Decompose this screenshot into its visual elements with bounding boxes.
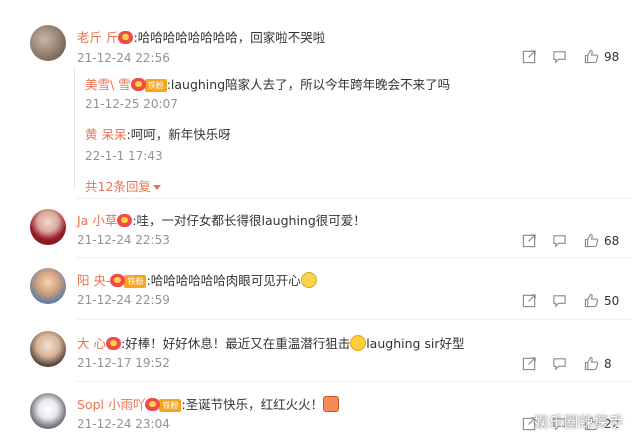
comment-text: :好棒！好好休息！最近又在重温潜行狙击 xyxy=(120,336,351,351)
comment-time: 21-12-24 22:53 xyxy=(77,233,170,247)
heart-eyes-emoji-icon xyxy=(350,335,367,351)
divider xyxy=(77,381,632,382)
share-icon[interactable] xyxy=(522,293,537,308)
vip-badge-icon xyxy=(105,337,121,350)
avatar[interactable] xyxy=(30,25,66,61)
comment-time: 21-12-24 23:04 xyxy=(77,417,170,431)
comment-time: 21-12-24 22:56 xyxy=(77,51,170,65)
fan-badge: 铁粉 xyxy=(124,275,147,288)
reply-thread: 美雪\ 雪铁粉:laughing陪家人去了，所以今年跨年晚会不来了吗 21-12… xyxy=(74,66,592,194)
like-count: 98 xyxy=(604,50,620,64)
like-count: 50 xyxy=(604,294,620,308)
vip-badge-icon xyxy=(118,31,134,44)
vip-badge-icon xyxy=(110,274,126,287)
reply-text: :laughing陪家人去了，所以今年跨年晚会不来了吗 xyxy=(166,77,451,92)
reply-time: 22-1-1 17:43 xyxy=(85,149,163,163)
caret-down-icon xyxy=(152,185,161,190)
comment-username[interactable]: 大 心 xyxy=(77,336,106,351)
comment-username[interactable]: 阳 央- xyxy=(77,273,110,288)
share-icon[interactable] xyxy=(522,356,537,371)
like-icon[interactable] xyxy=(584,233,599,248)
reply-time: 21-12-25 20:07 xyxy=(85,97,178,111)
comment-line: 老斤 斤 :哈哈哈哈哈哈哈哈，回家啦不哭啦 xyxy=(77,27,325,46)
comment-line: 阳 央- 铁粉:哈哈哈哈哈哈肉眼可见开心 xyxy=(77,270,317,289)
watermark: 娱乐圈辣探手 xyxy=(534,415,624,431)
divider xyxy=(77,257,632,258)
comment-username[interactable]: Sopl 小雨吖 xyxy=(77,397,145,412)
comment-line: Sopl 小雨吖 铁粉:圣诞节快乐，红红火火！ xyxy=(77,394,340,413)
reply-icon[interactable] xyxy=(552,49,567,64)
reply-icon[interactable] xyxy=(552,233,567,248)
comment-line: Ja 小草 :哇，一对仔女都长得很laughing很可爱！ xyxy=(77,210,366,229)
divider xyxy=(77,198,632,199)
vip-badge-icon xyxy=(145,398,161,411)
comment-actions: 8 xyxy=(522,356,632,376)
comment-username[interactable]: 老斤 斤 xyxy=(77,30,118,45)
like-icon[interactable] xyxy=(584,49,599,64)
comment-text: :哇，一对仔女都长得很laughing很可爱！ xyxy=(132,213,366,228)
avatar[interactable] xyxy=(30,209,66,245)
share-icon[interactable] xyxy=(522,233,537,248)
more-replies-label: 共12条回复 xyxy=(85,179,151,194)
reply-username[interactable]: 黄 呆呆 xyxy=(85,127,126,142)
firecracker-emoji-icon xyxy=(323,396,340,412)
like-icon[interactable] xyxy=(584,293,599,308)
avatar[interactable] xyxy=(30,331,66,367)
reply-icon[interactable] xyxy=(552,356,567,371)
like-count: 68 xyxy=(604,234,620,248)
share-icon[interactable] xyxy=(522,49,537,64)
reply-line: 美雪\ 雪铁粉:laughing陪家人去了，所以今年跨年晚会不来了吗 xyxy=(85,74,450,93)
comment-time: 21-12-24 22:59 xyxy=(77,293,170,307)
reply-text: :呵呵，新年快乐呀 xyxy=(126,127,231,142)
cat-emoji-icon xyxy=(300,272,317,288)
more-replies-link[interactable]: 共12条回复 xyxy=(85,176,161,195)
comment-text: :圣诞节快乐，红红火火！ xyxy=(181,397,324,412)
comment-text-tail: laughing sir好型 xyxy=(366,336,465,351)
avatar[interactable] xyxy=(30,393,66,429)
reply-line: 黄 呆呆:呵呵，新年快乐呀 xyxy=(85,124,231,143)
comment-time: 21-12-17 19:52 xyxy=(77,356,170,370)
comment-actions: 68 xyxy=(522,233,632,253)
fan-badge: 铁粉 xyxy=(144,79,167,92)
vip-badge-icon xyxy=(130,78,146,91)
fan-badge: 铁粉 xyxy=(159,399,182,412)
comment-text: :哈哈哈哈哈哈哈哈，回家啦不哭啦 xyxy=(133,30,326,45)
comment-text: :哈哈哈哈哈哈肉眼可见开心 xyxy=(146,273,301,288)
like-count: 8 xyxy=(604,357,612,371)
like-icon[interactable] xyxy=(584,356,599,371)
divider xyxy=(77,319,632,320)
comment-actions: 50 xyxy=(522,293,632,313)
reply-icon[interactable] xyxy=(552,293,567,308)
vip-badge-icon xyxy=(117,214,133,227)
comment-line: 大 心 :好棒！好好休息！最近又在重温潜行狙击 laughing sir好型 xyxy=(77,333,465,352)
reply-username[interactable]: 美雪\ 雪 xyxy=(85,77,131,92)
avatar[interactable] xyxy=(30,268,66,304)
comment-username[interactable]: Ja 小草 xyxy=(77,213,117,228)
